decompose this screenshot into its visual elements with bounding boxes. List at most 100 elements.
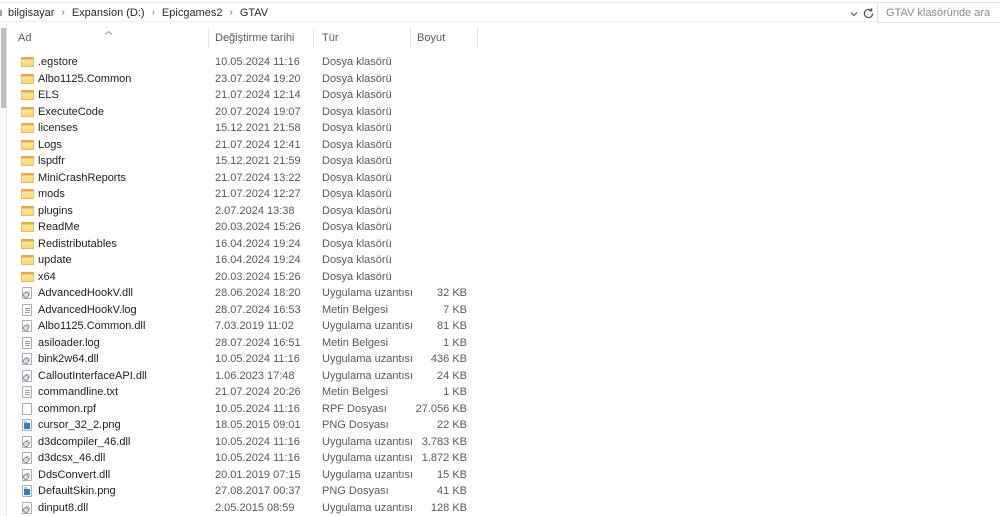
file-row[interactable]: common.rpf 10.05.2024 11:16 RPF Dosyası … xyxy=(8,401,1000,418)
file-type: Dosya klasörü xyxy=(322,171,392,184)
file-size: 27.056 KB xyxy=(415,402,467,415)
file-date-modified: 21.07.2024 13:22 xyxy=(215,171,301,184)
column-divider[interactable] xyxy=(313,28,314,48)
file-name: commandline.txt xyxy=(38,386,119,398)
file-date-modified: 16.04.2024 19:24 xyxy=(215,254,301,266)
file-type: Dosya klasörü xyxy=(322,270,392,283)
folder-icon xyxy=(21,73,34,85)
file-row[interactable]: d3dcompiler_46.dll 10.05.2024 11:16 Uygu… xyxy=(8,434,1000,451)
file-row[interactable]: Albo1125.Common.dll 7.03.2019 11:02 Uygu… xyxy=(8,318,1000,335)
scrollbar-thumb[interactable] xyxy=(1,28,6,108)
file-date-modified: 2.07.2024 13:38 xyxy=(215,204,295,217)
file-type: Dosya klasörü xyxy=(322,254,392,266)
file-date-modified: 20.01.2019 07:15 xyxy=(215,468,301,481)
dll-file-icon xyxy=(22,287,32,299)
dll-file-icon xyxy=(22,468,32,481)
file-row[interactable]: dinput8.dll 2.05.2015 08:59 Uygulama uza… xyxy=(8,500,1000,516)
file-size: 22 KB xyxy=(437,419,467,431)
folder-icon xyxy=(21,254,34,266)
file-date-modified: 1.06.2023 17:48 xyxy=(215,369,295,382)
folder-icon xyxy=(21,188,34,200)
file-type: Dosya klasörü xyxy=(322,89,392,101)
file-date-modified: 28.07.2024 16:51 xyxy=(215,336,301,349)
file-row[interactable]: plugins 2.07.2024 13:38 Dosya klasörü xyxy=(8,203,1000,220)
file-row[interactable]: bink2w64.dll 10.05.2024 11:16 Uygulama u… xyxy=(8,351,1000,368)
file-size: 81 KB xyxy=(437,320,467,332)
file-row[interactable]: mods 21.07.2024 12:27 Dosya klasörü xyxy=(8,186,1000,203)
column-divider[interactable] xyxy=(208,28,209,48)
file-row[interactable]: AdvancedHookV.dll 28.06.2024 18:20 Uygul… xyxy=(8,285,1000,302)
breadcrumb-item-this-pc[interactable]: bilgisayar xyxy=(6,7,56,19)
file-size: 32 KB xyxy=(437,287,467,299)
column-header-name[interactable]: Ad xyxy=(18,32,31,44)
folder-icon xyxy=(21,56,34,68)
breadcrumb-separator-icon: › xyxy=(229,7,233,18)
file-row[interactable]: update 16.04.2024 19:24 Dosya klasörü xyxy=(8,252,1000,269)
folder-icon xyxy=(21,155,34,167)
text-file-icon xyxy=(22,303,32,316)
file-row[interactable]: licenses 15.12.2021 21:58 Dosya klasörü xyxy=(8,120,1000,137)
search-input[interactable] xyxy=(878,3,1000,22)
file-date-modified: 7.03.2019 11:02 xyxy=(215,320,294,332)
column-header-date-modified[interactable]: Değiştirme tarihi xyxy=(215,32,294,44)
file-date-modified: 20.07.2024 19:07 xyxy=(215,105,301,118)
file-size: 1.872 KB xyxy=(421,452,467,464)
breadcrumb-item-drive[interactable]: Expansion (D:) xyxy=(70,7,147,19)
breadcrumb-item-epicgames2[interactable]: Epicgames2 xyxy=(160,7,225,19)
file-name: ReadMe xyxy=(38,221,80,233)
file-date-modified: 21.07.2024 20:26 xyxy=(215,386,301,398)
file-type: Dosya klasörü xyxy=(322,56,392,68)
file-name: asiloader.log xyxy=(38,336,100,349)
file-date-modified: 28.07.2024 16:53 xyxy=(215,303,301,316)
file-row[interactable]: DefaultSkin.png 27.08.2017 00:37 PNG Dos… xyxy=(8,483,1000,500)
file-row[interactable]: ExecuteCode 20.07.2024 19:07 Dosya klasö… xyxy=(8,104,1000,121)
file-row[interactable]: asiloader.log 28.07.2024 16:51 Metin Bel… xyxy=(8,335,1000,352)
folder-icon xyxy=(21,221,34,233)
file-row[interactable]: ELS 21.07.2024 12:14 Dosya klasörü xyxy=(8,87,1000,104)
column-header-row: Ad Değiştirme tarihi Tür Boyut xyxy=(8,27,1000,48)
file-name: DdsConvert.dll xyxy=(38,468,111,481)
refresh-icon[interactable] xyxy=(862,7,875,20)
address-dropdown-icon[interactable] xyxy=(848,8,860,20)
file-row[interactable]: MiniCrashReports 21.07.2024 13:22 Dosya … xyxy=(8,170,1000,187)
dll-file-icon xyxy=(22,435,32,448)
address-bar[interactable]: bilgisayar › Expansion (D:) › Epicgames2… xyxy=(0,2,1000,23)
file-name: DefaultSkin.png xyxy=(38,485,116,497)
file-date-modified: 20.03.2024 15:26 xyxy=(215,221,301,233)
file-row[interactable]: lspdfr 15.12.2021 21:59 Dosya klasörü xyxy=(8,153,1000,170)
file-row[interactable]: ReadMe 20.03.2024 15:26 Dosya klasörü xyxy=(8,219,1000,236)
file-row[interactable]: d3dcsx_46.dll 10.05.2024 11:16 Uygulama … xyxy=(8,450,1000,467)
file-row[interactable]: Albo1125.Common 23.07.2024 19:20 Dosya k… xyxy=(8,71,1000,88)
column-divider[interactable] xyxy=(410,28,411,48)
file-row[interactable]: CalloutInterfaceAPI.dll 1.06.2023 17:48 … xyxy=(8,368,1000,385)
file-name: d3dcsx_46.dll xyxy=(38,452,106,464)
file-row[interactable]: commandline.txt 21.07.2024 20:26 Metin B… xyxy=(8,384,1000,401)
file-row[interactable]: .egstore 10.05.2024 11:16 Dosya klasörü xyxy=(8,54,1000,71)
file-date-modified: 21.07.2024 12:41 xyxy=(215,138,301,151)
column-header-type[interactable]: Tür xyxy=(322,32,339,44)
file-date-modified: 2.05.2015 08:59 xyxy=(215,501,295,514)
column-divider[interactable] xyxy=(477,28,478,48)
file-row[interactable]: DdsConvert.dll 20.01.2019 07:15 Uygulama… xyxy=(8,467,1000,484)
file-row[interactable]: cursor_32_2.png 18.05.2015 09:01 PNG Dos… xyxy=(8,417,1000,434)
file-date-modified: 10.05.2024 11:16 xyxy=(215,353,300,365)
file-size: 1 KB xyxy=(443,386,467,398)
file-date-modified: 21.07.2024 12:27 xyxy=(215,188,301,200)
file-row[interactable]: Redistributables 16.04.2024 19:24 Dosya … xyxy=(8,236,1000,253)
file-name: CalloutInterfaceAPI.dll xyxy=(38,369,147,382)
dll-file-icon xyxy=(22,369,32,382)
breadcrumb-item-gtav[interactable]: GTAV xyxy=(238,7,270,19)
column-header-size[interactable]: Boyut xyxy=(417,32,445,44)
file-date-modified: 28.06.2024 18:20 xyxy=(215,287,301,299)
image-file-icon xyxy=(22,419,32,431)
folder-icon xyxy=(21,89,34,101)
file-row[interactable]: AdvancedHookV.log 28.07.2024 16:53 Metin… xyxy=(8,302,1000,319)
file-size: 1 KB xyxy=(443,336,467,349)
file-date-modified: 23.07.2024 19:20 xyxy=(215,72,301,85)
folder-icon xyxy=(21,238,34,250)
file-name: cursor_32_2.png xyxy=(38,419,121,431)
file-name: mods xyxy=(38,188,65,200)
left-pane-scrollbar[interactable] xyxy=(0,24,7,516)
file-row[interactable]: x64 20.03.2024 15:26 Dosya klasörü xyxy=(8,269,1000,286)
file-row[interactable]: Logs 21.07.2024 12:41 Dosya klasörü xyxy=(8,137,1000,154)
